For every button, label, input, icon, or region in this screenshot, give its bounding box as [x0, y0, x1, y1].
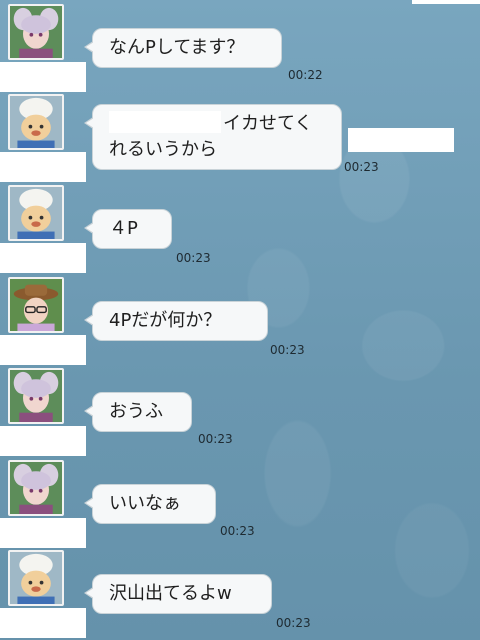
bunny-avatar-icon[interactable]	[8, 460, 64, 516]
message-time: 00:23	[176, 251, 211, 265]
message-row: 4Pだが何か？ 00:23	[0, 277, 480, 365]
sender-name-redacted	[0, 62, 86, 92]
message-text: 沢山出てるよw	[109, 583, 232, 604]
message-time: 00:23	[198, 432, 233, 446]
redacted-area	[348, 128, 454, 152]
chef-avatar-icon[interactable]	[8, 185, 64, 241]
message-text: 4Pだが何か？	[109, 310, 222, 331]
message-row: おうふ 00:23	[0, 368, 480, 456]
sender-name-redacted	[0, 243, 86, 273]
chef-avatar-icon[interactable]	[8, 94, 64, 150]
message-text: イカせてく	[223, 113, 313, 134]
message-row: なんPしてます？ 00:22	[0, 4, 480, 92]
message-time: 00:23	[344, 160, 379, 174]
message-bubble[interactable]: イカせてく れるいうから	[84, 104, 342, 170]
message-row: いいなぁ 00:23	[0, 460, 480, 548]
message-bubble[interactable]: 沢山出てるよw	[84, 574, 272, 614]
message-time: 00:23	[270, 343, 305, 357]
sender-name-redacted	[0, 335, 86, 365]
message-bubble[interactable]: ４P	[84, 209, 172, 249]
chef-avatar-icon[interactable]	[8, 550, 64, 606]
bunny-avatar-icon[interactable]	[8, 368, 64, 424]
message-bubble[interactable]: 4Pだが何か？	[84, 301, 268, 341]
message-text: おうふ	[109, 401, 163, 422]
message-bubble[interactable]: なんPしてます？	[84, 28, 282, 68]
message-text: いいなぁ	[109, 493, 181, 514]
bunny-avatar-icon[interactable]	[8, 4, 64, 60]
message-time: 00:23	[220, 524, 255, 538]
sender-name-redacted	[0, 518, 86, 548]
message-text: れるいうから	[109, 139, 217, 160]
message-bubble[interactable]: おうふ	[84, 392, 192, 432]
message-bubble[interactable]: いいなぁ	[84, 484, 216, 524]
redacted-text	[109, 111, 221, 133]
sender-name-redacted	[0, 426, 86, 456]
message-text: ４P	[109, 218, 138, 239]
sender-name-redacted	[0, 608, 86, 638]
message-time: 00:23	[276, 616, 311, 630]
message-row: ４P 00:23	[0, 185, 480, 273]
message-time: 00:22	[288, 68, 323, 82]
hat-avatar-icon[interactable]	[8, 277, 64, 333]
message-row: 沢山出てるよw 00:23	[0, 550, 480, 640]
sender-name-redacted	[0, 152, 86, 182]
redacted-area	[412, 0, 480, 4]
message-text: なんPしてます？	[109, 37, 245, 58]
